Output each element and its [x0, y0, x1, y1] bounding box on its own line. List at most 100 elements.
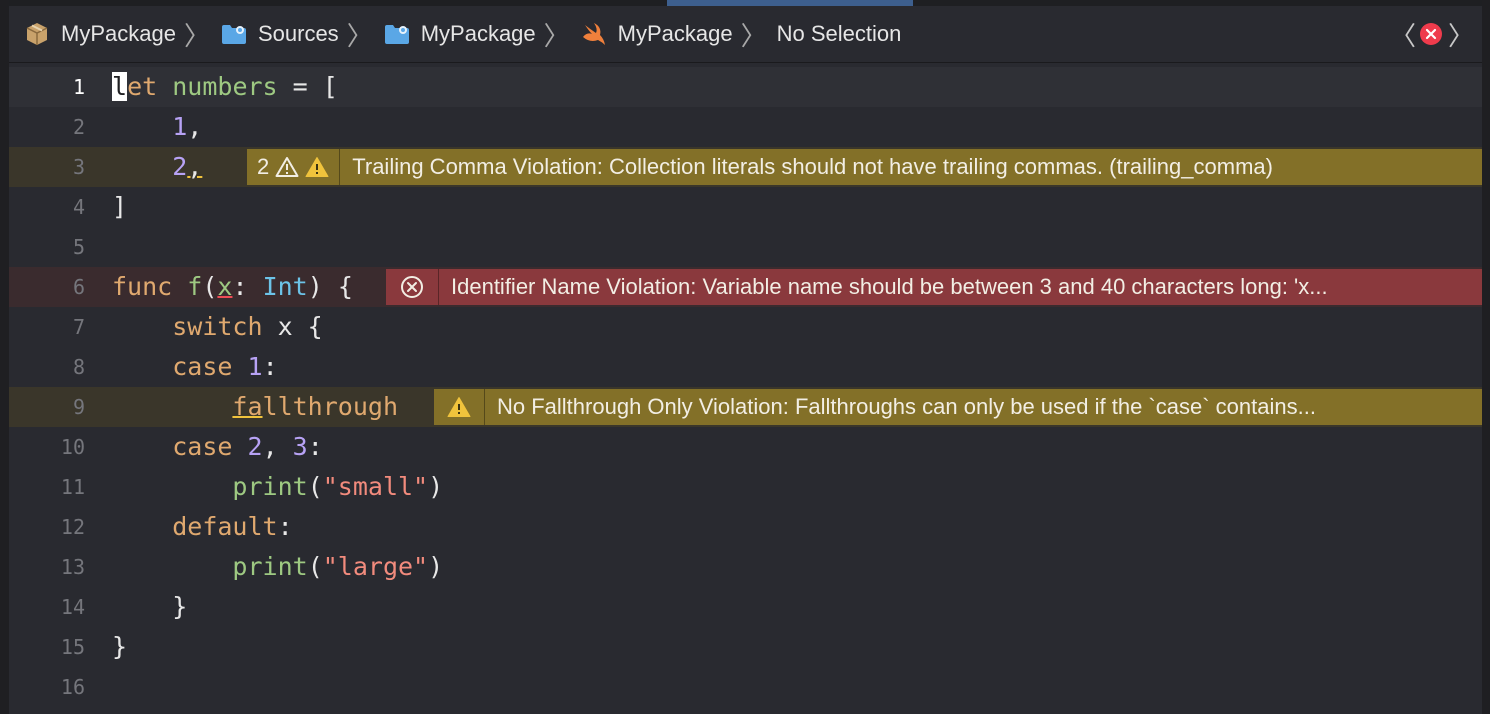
code-line[interactable]: 10 case 2, 3: [9, 427, 1482, 467]
code-text: case 2, 3: [112, 427, 323, 467]
code-text: print("large") [112, 547, 443, 587]
code-line[interactable]: 11 print("small") [9, 467, 1482, 507]
line-number: 10 [60, 435, 85, 459]
package-icon [23, 20, 51, 48]
code-line[interactable]: 13 print("large") [9, 547, 1482, 587]
code-text: let numbers = [ [112, 67, 338, 107]
code-line[interactable]: 8 case 1: [9, 347, 1482, 387]
breadcrumb-item-mypackage-folder[interactable]: MyPackage [383, 20, 536, 48]
breadcrumb-label: MyPackage [61, 21, 176, 46]
code-line[interactable]: 2 1, [9, 107, 1482, 147]
breadcrumb-item-swift-file[interactable]: MyPackage [580, 20, 733, 48]
code-text: default: [112, 507, 293, 547]
line-number: 16 [60, 675, 85, 699]
chevron-right-icon[interactable]: 〉 [1448, 16, 1474, 53]
code-text: ] [112, 192, 128, 221]
keyword: default [172, 512, 278, 541]
code-line[interactable]: 15 } [9, 627, 1482, 667]
code-editor[interactable]: 1 let numbers = [ 2 1, 3 2, 2 Trailing C… [9, 63, 1482, 714]
line-number: 1 [72, 75, 85, 99]
breadcrumb-item-sources[interactable]: Sources [220, 20, 339, 48]
parameter-name: x [217, 272, 233, 301]
punctuation: ) [428, 552, 444, 581]
identifier: numbers [172, 72, 278, 101]
code-text: 1, [112, 107, 202, 147]
punctuation: , [187, 112, 203, 141]
string-literal: "large" [322, 552, 429, 581]
number-literal: 1 [172, 112, 188, 141]
breadcrumb-label: MyPackage [420, 21, 536, 46]
error-icon[interactable] [1420, 23, 1442, 45]
error-icon [401, 276, 423, 298]
chevron-right-icon: 〉 [346, 21, 373, 52]
code-line-error[interactable]: 6 func f(x: Int) { Identifier Name Viola… [9, 267, 1482, 307]
issue-message: Identifier Name Violation: Variable name… [451, 274, 1328, 299]
function-name: f [187, 272, 203, 301]
issue-severity-badge[interactable] [386, 269, 439, 305]
code-text: } [112, 632, 128, 661]
xcode-editor-window: MyPackage 〉 Sources 〉 MyPackage 〉 MyPack… [9, 0, 1482, 714]
chevron-right-icon: 〉 [543, 21, 570, 52]
punctuation: : [277, 512, 293, 541]
breadcrumb-label: Sources [257, 21, 339, 46]
line-number: 8 [72, 355, 85, 379]
issue-banner-identifier-name[interactable]: Identifier Name Violation: Variable name… [386, 269, 1482, 305]
punctuation: = [ [277, 72, 338, 101]
issue-banner-trailing-comma[interactable]: 2 Trailing Comma Violation: Collection l… [247, 149, 1482, 185]
breadcrumb: MyPackage 〉 Sources 〉 MyPackage 〉 MyPack… [23, 6, 901, 62]
code-rest: x { [262, 312, 323, 341]
code-line[interactable]: 5 [9, 227, 1482, 267]
keyword: case [172, 352, 233, 381]
breadcrumb-item-no-selection[interactable]: No Selection [777, 21, 902, 47]
code-line[interactable]: 14 } [9, 587, 1482, 627]
keyword-underlined: fa [232, 392, 263, 421]
code-line-warning[interactable]: 3 2, 2 Trailing Comma Violation: Collect… [9, 147, 1482, 187]
code-line[interactable]: 4 ] [9, 187, 1482, 227]
keyword: case [172, 432, 233, 461]
keyword: llthrough [262, 392, 398, 421]
line-number: 3 [72, 155, 85, 179]
folder-icon [220, 20, 248, 48]
line-number: 11 [60, 475, 85, 499]
punctuation: ) [428, 472, 444, 501]
issue-severity-badge[interactable] [434, 389, 485, 425]
punctuation: ( [307, 552, 323, 581]
code-text: 2, [112, 147, 202, 187]
line-number: 13 [60, 555, 85, 579]
number-literal: 2 [247, 432, 263, 461]
jump-bar-controls: 〈 〉 [1390, 6, 1474, 62]
breadcrumb-label: No Selection [776, 21, 902, 46]
code-text: case 1: [112, 347, 277, 387]
warning-outline-icon [275, 157, 299, 177]
code-line[interactable]: 16 [9, 667, 1482, 707]
line-number: 5 [72, 235, 85, 259]
line-number: 9 [72, 395, 85, 419]
breadcrumb-item-package[interactable]: MyPackage [23, 20, 176, 48]
issue-message: No Fallthrough Only Violation: Fallthrou… [497, 394, 1316, 419]
jump-bar: MyPackage 〉 Sources 〉 MyPackage 〉 MyPack… [9, 6, 1482, 63]
code-text: func f(x: Int) { [112, 267, 353, 307]
code-text: } [112, 587, 187, 627]
warning-icon [305, 157, 329, 177]
issue-banner-fallthrough[interactable]: No Fallthrough Only Violation: Fallthrou… [434, 389, 1482, 425]
punctuation: : [232, 272, 263, 301]
punctuation: } [172, 592, 188, 621]
code-text: print("small") [112, 467, 443, 507]
number-literal: 2 [172, 152, 188, 181]
code-line-warning[interactable]: 9 fallthrough No Fallthrough Only Violat… [9, 387, 1482, 427]
issue-count-badge[interactable]: 2 [247, 149, 341, 185]
code-line[interactable]: 7 switch x { [9, 307, 1482, 347]
code-text: fallthrough [112, 387, 398, 427]
line-number: 15 [60, 635, 85, 659]
line-number: 14 [60, 595, 85, 619]
code-line[interactable]: 1 let numbers = [ [9, 67, 1482, 107]
punctuation: , [262, 432, 293, 461]
chevron-left-icon[interactable]: 〈 [1390, 16, 1416, 53]
line-number: 4 [72, 195, 85, 219]
warning-icon [447, 397, 471, 417]
issue-message: Trailing Comma Violation: Collection lit… [352, 154, 1273, 179]
punctuation: ( [202, 272, 218, 301]
code-line[interactable]: 12 default: [9, 507, 1482, 547]
line-number: 12 [60, 515, 85, 539]
function-call: print [232, 552, 308, 581]
